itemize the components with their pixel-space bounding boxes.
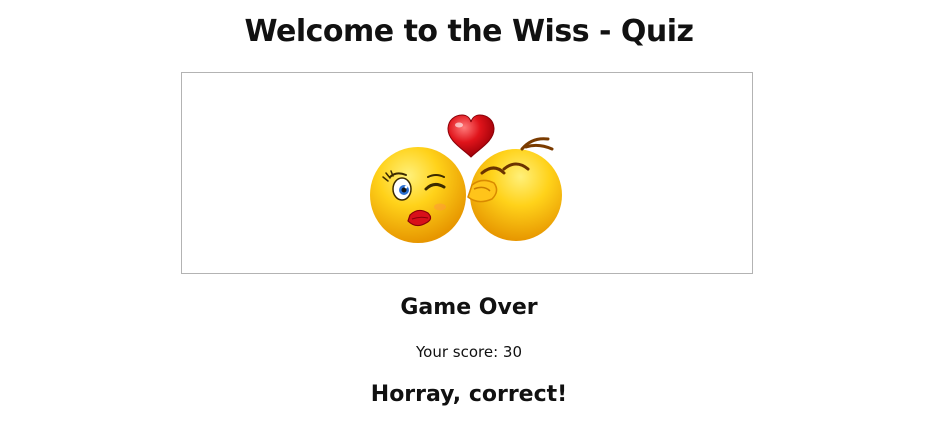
game-over-heading: Game Over: [400, 295, 538, 320]
quiz-image-frame: [181, 72, 753, 274]
right-face: [467, 137, 562, 241]
answer-feedback: Horray, correct!: [370, 382, 568, 407]
page-title: Welcome to the Wiss - Quiz: [244, 14, 694, 49]
left-face: [370, 147, 466, 243]
heart-icon: [447, 114, 495, 158]
score-text: Your score: 30: [415, 343, 522, 361]
kissing-emoji-couple-icon: [370, 114, 562, 243]
